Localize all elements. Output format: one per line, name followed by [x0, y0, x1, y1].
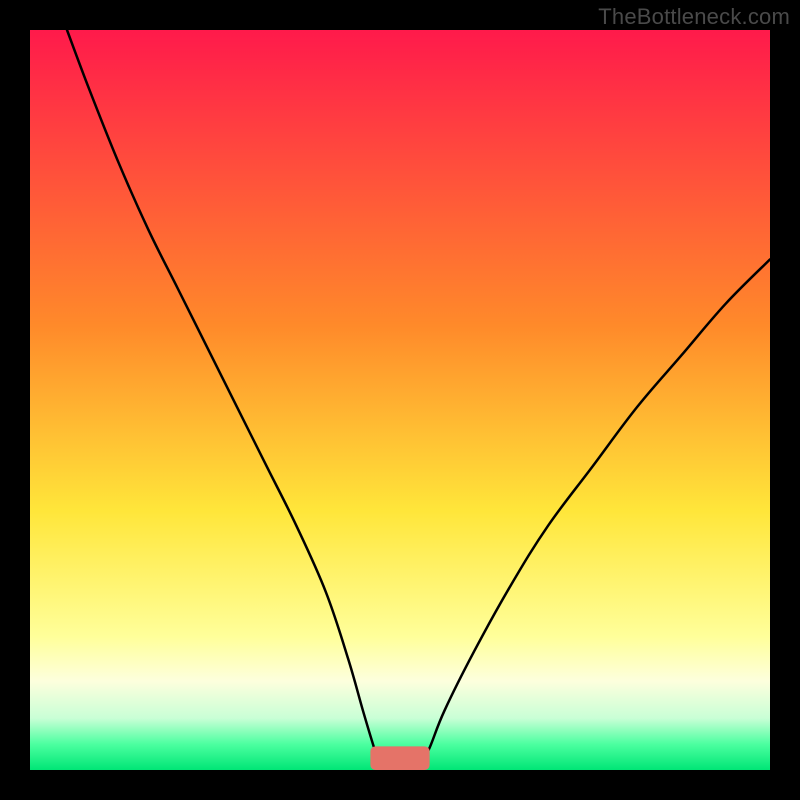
- chart-container: TheBottleneck.com: [0, 0, 800, 800]
- watermark-text: TheBottleneck.com: [598, 4, 790, 30]
- bottleneck-chart: [0, 0, 800, 800]
- minimum-marker: [370, 746, 429, 770]
- plot-area: [30, 30, 770, 770]
